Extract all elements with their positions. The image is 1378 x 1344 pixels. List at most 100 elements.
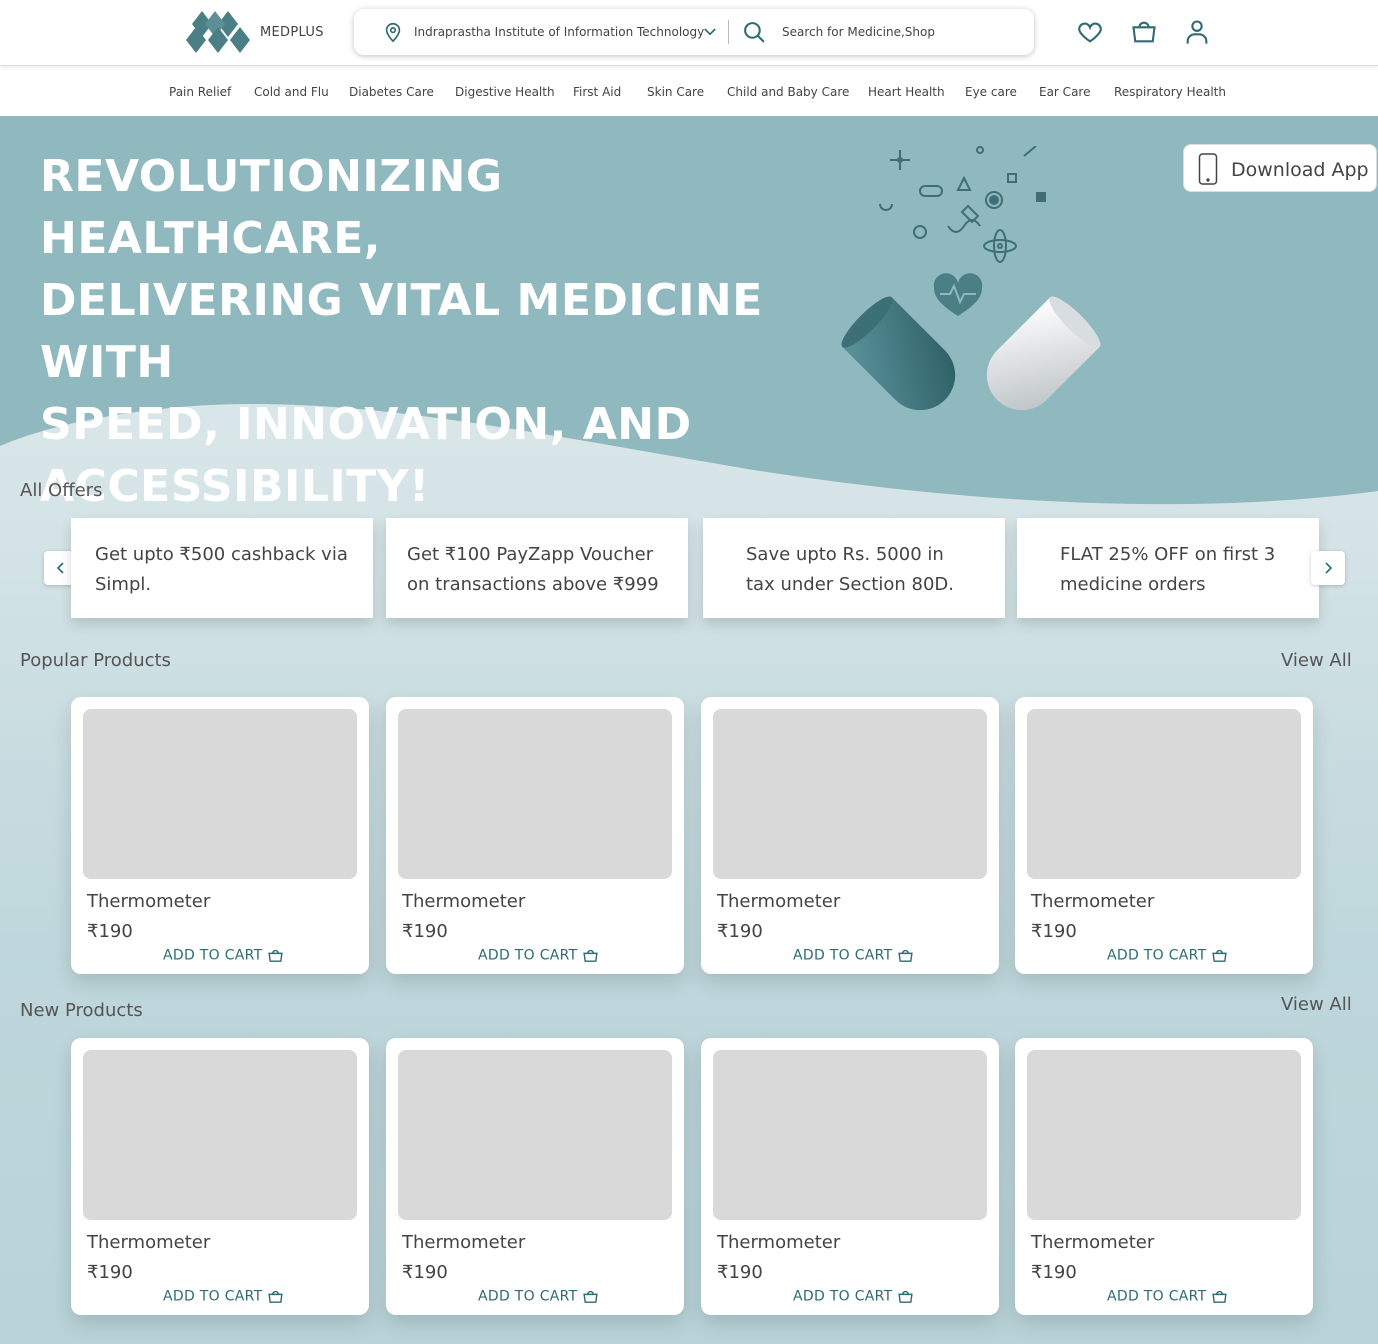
add-to-cart-button[interactable]: ADD TO CART — [163, 947, 284, 967]
category-heart-health[interactable]: Heart Health — [868, 85, 945, 99]
popular-products-title: Popular Products — [20, 650, 171, 671]
hero-title: REVOLUTIONIZING HEALTHCARE, DELIVERING V… — [40, 146, 820, 518]
user-icon[interactable] — [1183, 18, 1211, 46]
offer-card[interactable]: Get upto ₹500 cashback via Simpl. — [71, 518, 373, 618]
offer-card[interactable]: Get ₹100 PayZapp Voucher on transactions… — [386, 518, 688, 618]
offer-text: Get ₹100 PayZapp Voucher on transactions… — [407, 540, 659, 600]
search-divider — [728, 20, 729, 44]
offer-line: Get upto ₹500 cashback via — [95, 544, 348, 565]
product-card[interactable]: Thermometer ₹190 ADD TO CART — [1015, 1038, 1313, 1315]
capsule-illustration — [841, 146, 1101, 411]
cart-bag-icon — [897, 1290, 913, 1303]
add-to-cart-button[interactable]: ADD TO CART — [1107, 947, 1228, 967]
product-card[interactable]: Thermometer ₹190 ADD TO CART — [71, 697, 369, 974]
offer-line: Save upto Rs. 5000 in — [746, 544, 944, 565]
category-nav: Pain Relief Cold and Flu Diabetes Care D… — [0, 66, 1378, 116]
offer-card[interactable]: FLAT 25% OFF on first 3 medicine orders — [1017, 518, 1319, 618]
product-image[interactable] — [713, 1050, 987, 1220]
product-card[interactable]: Thermometer ₹190 ADD TO CART — [71, 1038, 369, 1315]
product-price: ₹190 — [402, 1262, 448, 1283]
heart-icon[interactable] — [1076, 18, 1104, 46]
product-card[interactable]: Thermometer ₹190 ADD TO CART — [701, 697, 999, 974]
new-view-all-link[interactable]: View All — [1281, 994, 1352, 1015]
category-first-aid[interactable]: First Aid — [573, 85, 621, 99]
add-to-cart-label: ADD TO CART — [1107, 1288, 1207, 1305]
cart-bag-icon — [582, 949, 598, 962]
category-pain-relief[interactable]: Pain Relief — [169, 85, 231, 99]
product-name[interactable]: Thermometer — [717, 1232, 840, 1253]
search-icon[interactable] — [742, 20, 767, 45]
add-to-cart-button[interactable]: ADD TO CART — [163, 1288, 284, 1308]
add-to-cart-label: ADD TO CART — [163, 947, 263, 964]
category-ear-care[interactable]: Ear Care — [1039, 85, 1090, 99]
cart-bag-icon — [582, 1290, 598, 1303]
location-text[interactable]: Indraprastha Institute of Information Te… — [414, 25, 704, 39]
add-to-cart-label: ADD TO CART — [793, 1288, 893, 1305]
add-to-cart-label: ADD TO CART — [1107, 947, 1207, 964]
offer-card[interactable]: Save upto Rs. 5000 in tax under Section … — [703, 518, 1005, 618]
cart-bag-icon — [897, 949, 913, 962]
offer-line: on transactions above ₹999 — [407, 574, 659, 595]
add-to-cart-button[interactable]: ADD TO CART — [478, 947, 599, 967]
product-price: ₹190 — [1031, 921, 1077, 942]
product-card[interactable]: Thermometer ₹190 ADD TO CART — [701, 1038, 999, 1315]
product-name[interactable]: Thermometer — [402, 891, 525, 912]
cart-bag-icon — [1211, 1290, 1227, 1303]
offers-title: All Offers — [20, 480, 103, 501]
product-image[interactable] — [83, 1050, 357, 1220]
add-to-cart-button[interactable]: ADD TO CART — [1107, 1288, 1228, 1308]
category-digestive-health[interactable]: Digestive Health — [455, 85, 555, 99]
product-name[interactable]: Thermometer — [87, 1232, 210, 1253]
product-card[interactable]: Thermometer ₹190 ADD TO CART — [1015, 697, 1313, 974]
medplus-logo[interactable] — [186, 9, 250, 55]
category-eye-care[interactable]: Eye care — [965, 85, 1017, 99]
new-products-title: New Products — [20, 1000, 143, 1021]
cart-bag-icon — [1211, 949, 1227, 962]
shopping-bag-icon[interactable] — [1130, 18, 1158, 46]
offer-line: medicine orders — [1060, 574, 1206, 595]
product-price: ₹190 — [87, 1262, 133, 1283]
add-to-cart-label: ADD TO CART — [478, 1288, 578, 1305]
product-image[interactable] — [83, 709, 357, 879]
offer-text: FLAT 25% OFF on first 3 medicine orders — [1060, 540, 1275, 600]
offers-next-button[interactable] — [1311, 551, 1345, 585]
product-price: ₹190 — [717, 921, 763, 942]
product-price: ₹190 — [87, 921, 133, 942]
offer-text: Save upto Rs. 5000 in tax under Section … — [746, 540, 954, 600]
product-image[interactable] — [1027, 1050, 1301, 1220]
product-image[interactable] — [398, 1050, 672, 1220]
download-app-button[interactable]: Download App — [1183, 144, 1377, 192]
offer-line: Simpl. — [95, 574, 152, 595]
offer-text: Get upto ₹500 cashback via Simpl. — [95, 540, 348, 600]
product-name[interactable]: Thermometer — [87, 891, 210, 912]
category-skin-care[interactable]: Skin Care — [647, 85, 704, 99]
chevron-down-icon[interactable] — [701, 23, 719, 41]
search-input[interactable] — [782, 21, 1012, 43]
hero-title-line: REVOLUTIONIZING HEALTHCARE, — [40, 151, 503, 264]
popular-view-all-link[interactable]: View All — [1281, 650, 1352, 671]
category-cold-and-flu[interactable]: Cold and Flu — [254, 85, 329, 99]
product-name[interactable]: Thermometer — [717, 891, 840, 912]
chevron-left-icon — [56, 562, 64, 574]
product-name[interactable]: Thermometer — [1031, 1232, 1154, 1253]
product-image[interactable] — [1027, 709, 1301, 879]
category-respiratory-health[interactable]: Respiratory Health — [1114, 85, 1226, 99]
category-child-and-baby-care[interactable]: Child and Baby Care — [727, 85, 849, 99]
product-image[interactable] — [713, 709, 987, 879]
add-to-cart-button[interactable]: ADD TO CART — [793, 947, 914, 967]
top-header: MEDPLUS Indraprastha Institute of Inform… — [0, 0, 1378, 66]
product-name[interactable]: Thermometer — [402, 1232, 525, 1253]
hero-title-line: ACCESSIBILITY! — [40, 461, 430, 512]
location-icon[interactable] — [382, 21, 404, 43]
cart-bag-icon — [267, 949, 283, 962]
add-to-cart-button[interactable]: ADD TO CART — [793, 1288, 914, 1308]
mobile-phone-icon — [1198, 153, 1218, 185]
product-price: ₹190 — [402, 921, 448, 942]
product-card[interactable]: Thermometer ₹190 ADD TO CART — [386, 1038, 684, 1315]
category-diabetes-care[interactable]: Diabetes Care — [349, 85, 434, 99]
add-to-cart-button[interactable]: ADD TO CART — [478, 1288, 599, 1308]
product-name[interactable]: Thermometer — [1031, 891, 1154, 912]
product-card[interactable]: Thermometer ₹190 ADD TO CART — [386, 697, 684, 974]
offer-line: Get ₹100 PayZapp Voucher — [407, 544, 654, 565]
product-image[interactable] — [398, 709, 672, 879]
